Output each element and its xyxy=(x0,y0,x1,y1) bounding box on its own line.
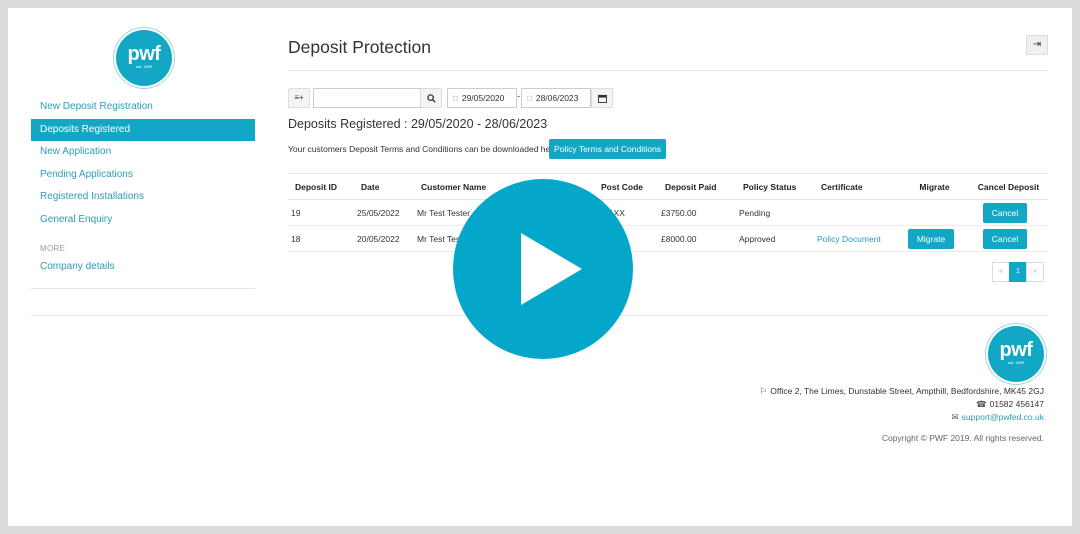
cell-date: 20/05/2022 xyxy=(354,225,414,252)
policy-terms-button[interactable]: Policy Terms and Conditions xyxy=(549,139,666,159)
sidebar-item-general-enquiry[interactable]: General Enquiry xyxy=(31,209,255,232)
col-migrate: Migrate xyxy=(900,173,962,200)
col-deposit-id: Deposit ID xyxy=(288,173,354,200)
cell-cancel: Cancel xyxy=(962,199,1048,226)
footer-pwf-logo: pwf est. 1999 xyxy=(988,326,1044,382)
cell-date: 25/05/2022 xyxy=(354,199,414,226)
sign-out-icon: ⇥ xyxy=(1032,39,1042,50)
phone-icon: ☎ xyxy=(976,399,987,409)
columns-icon: ≡+ xyxy=(294,93,304,102)
search-input[interactable] xyxy=(313,88,421,108)
sidebar-item-new-application[interactable]: New Application xyxy=(31,141,255,164)
table-row: 18 20/05/2022 Mr Test Tes XX £8000.00 Ap… xyxy=(288,225,1048,252)
col-policy-status: Policy Status xyxy=(736,173,814,200)
col-cancel-deposit: Cancel Deposit xyxy=(962,173,1048,200)
migrate-button[interactable]: Migrate xyxy=(907,228,955,249)
pwf-logo[interactable]: pwf est. 1999 xyxy=(116,30,172,86)
policy-document-link[interactable]: Policy Document xyxy=(817,234,881,244)
deposits-table: Deposit ID Date Customer Name Post Code … xyxy=(288,173,1048,252)
cell-certificate: Policy Document xyxy=(814,225,900,252)
section-heading: Deposits Registered : 29/05/2020 - 28/06… xyxy=(288,117,548,131)
cell-cancel: Cancel xyxy=(962,225,1048,252)
footer-email: ✉ support@pwfed.co.uk xyxy=(952,412,1044,423)
sidebar-item-company-details[interactable]: Company details xyxy=(31,256,255,279)
page-title: Deposit Protection xyxy=(288,37,431,57)
cell-deposit-id: 18 xyxy=(288,225,354,252)
cell-status: Approved xyxy=(736,225,814,252)
date-separator: - xyxy=(517,91,520,101)
col-deposit-paid: Deposit Paid xyxy=(658,173,736,200)
envelope-icon: ✉ xyxy=(951,412,959,422)
pagination-prev[interactable]: « xyxy=(992,262,1010,282)
pagination: « 1 » xyxy=(992,262,1044,282)
calendar-small-icon: □ xyxy=(527,94,532,103)
table-header-row: Deposit ID Date Customer Name Post Code … xyxy=(288,173,1048,200)
footer-address: ⚐ Office 2, The Limes, Dunstable Street, … xyxy=(759,386,1044,396)
cell-paid: £3750.00 xyxy=(658,199,736,226)
sidebar-item-pending-applications[interactable]: Pending Applications xyxy=(31,164,255,187)
col-date: Date xyxy=(354,173,414,200)
copyright-text: Copyright © PWF 2019. All rights reserve… xyxy=(881,433,1044,443)
cancel-button[interactable]: Cancel xyxy=(982,228,1028,249)
cancel-button[interactable]: Cancel xyxy=(982,202,1028,223)
sidebar-item-new-deposit-registration[interactable]: New Deposit Registration xyxy=(31,96,255,119)
cell-migrate xyxy=(900,199,962,226)
logout-button[interactable]: ⇥ xyxy=(1026,35,1048,55)
table-row: 19 25/05/2022 Mr Test Tester 90 1XX £375… xyxy=(288,199,1048,226)
header-divider xyxy=(288,70,1048,71)
cell-paid: £8000.00 xyxy=(658,225,736,252)
cell-status: Pending xyxy=(736,199,814,226)
sidebar-item-registered-installations[interactable]: Registered Installations xyxy=(31,186,255,209)
map-pin-icon: ⚐ xyxy=(759,386,768,396)
search-icon xyxy=(426,94,436,103)
col-certificate: Certificate xyxy=(814,173,900,200)
calendar-icon xyxy=(597,94,607,103)
sidebar-more-heading: MORE xyxy=(40,243,66,253)
cell-migrate: Migrate xyxy=(900,225,962,252)
columns-toggle-button[interactable]: ≡+ xyxy=(288,88,310,108)
sidebar-divider xyxy=(31,288,255,289)
calendar-small-icon: □ xyxy=(453,94,458,103)
play-icon xyxy=(521,233,582,305)
pagination-page-1[interactable]: 1 xyxy=(1009,262,1027,282)
terms-text: Your customers Deposit Terms and Conditi… xyxy=(288,144,563,154)
date-to-field[interactable]: □ 28/06/2023 xyxy=(521,88,591,108)
search-button[interactable] xyxy=(420,88,442,108)
sidebar-item-deposits-registered[interactable]: Deposits Registered xyxy=(31,118,255,142)
play-button[interactable] xyxy=(453,179,633,359)
footer-phone: ☎ 01582 456147 xyxy=(976,399,1044,409)
support-email-link[interactable]: support@pwfed.co.uk xyxy=(962,412,1044,422)
app-frame: pwf est. 1999 New Deposit Registration D… xyxy=(8,8,1072,526)
date-from-field[interactable]: □ 29/05/2020 xyxy=(447,88,517,108)
sidebar-nav: New Deposit Registration Deposits Regist… xyxy=(31,96,255,278)
cell-certificate xyxy=(814,199,900,226)
cell-deposit-id: 19 xyxy=(288,199,354,226)
pagination-next[interactable]: » xyxy=(1026,262,1044,282)
calendar-button[interactable] xyxy=(591,88,613,108)
